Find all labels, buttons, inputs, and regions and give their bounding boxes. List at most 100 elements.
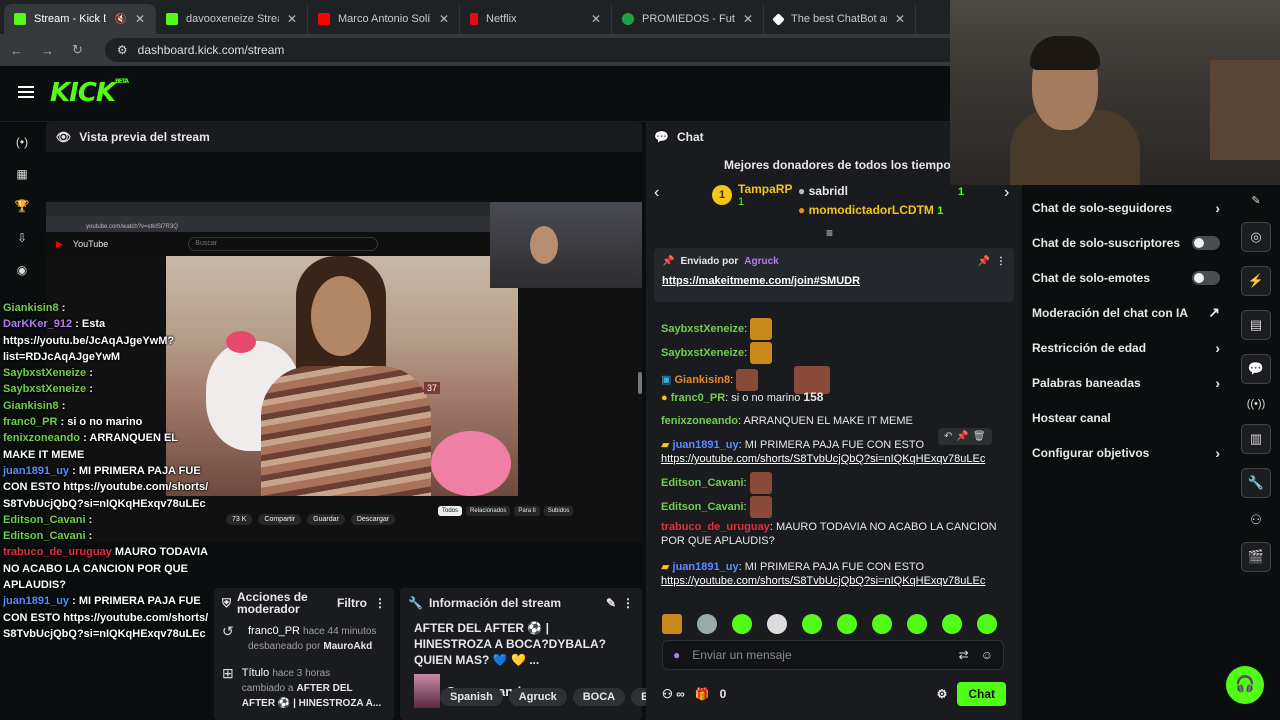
toggle-switch[interactable] <box>1192 270 1220 285</box>
gift-icon[interactable]: 🎁 <box>695 687 710 701</box>
setting-subscribers-only[interactable]: Chat de solo-suscriptores <box>1022 225 1232 260</box>
pin-message-icon[interactable]: 📌 <box>956 431 968 442</box>
emote-button[interactable] <box>837 614 857 634</box>
analytics-icon[interactable]: ▦ <box>14 166 30 182</box>
reload-icon[interactable]: ↻ <box>72 42 83 58</box>
more-options-icon[interactable]: ⋮ <box>996 256 1006 267</box>
stream-preview-header: 👁 Vista previa del stream <box>46 122 642 152</box>
emote-button[interactable] <box>697 614 717 634</box>
trophy-icon[interactable]: 🏆 <box>14 198 30 214</box>
chat-input[interactable]: ● Enviar un mensaje ⇄ ☺ <box>662 640 1004 670</box>
close-tab-icon[interactable]: ✕ <box>287 12 297 26</box>
browser-tab-davooxeneize[interactable]: davooxeneize Stream✕ <box>156 4 308 34</box>
pinned-link[interactable]: https://makeitmeme.com/join#SMUDR <box>662 275 1006 287</box>
preview-scrollbar[interactable] <box>638 372 642 394</box>
chat-message: ▰ juan1891_uy: MI PRIMERA PAJA FUE CON E… <box>661 561 986 587</box>
reply-icon[interactable]: ↶ <box>944 431 952 442</box>
send-chat-button[interactable]: Chat <box>957 682 1006 706</box>
delete-icon[interactable]: 🗑 <box>973 431 986 442</box>
more-options-icon[interactable]: ⋮ <box>374 596 386 610</box>
translate-icon[interactable]: ⇄ <box>959 648 969 662</box>
back-icon[interactable]: ← <box>10 43 23 58</box>
pen-icon[interactable]: ✎ <box>1251 194 1260 208</box>
clapper-icon[interactable]: 🎬 <box>1241 542 1271 572</box>
layout-icon[interactable]: ▥ <box>1241 424 1271 454</box>
browser-tab-promiedos[interactable]: PROMIEDOS - Futbol✕ <box>612 4 764 34</box>
collapse-icon[interactable]: ≡ <box>826 226 833 240</box>
support-headset-icon[interactable]: 🎧 <box>1226 666 1264 704</box>
stream-title: AFTER DEL AFTER ⚽ | HINESTROZA A BOCA?DY… <box>414 621 606 667</box>
filter-button[interactable]: Filtro <box>337 596 367 610</box>
more-options-icon[interactable]: ⋮ <box>622 596 634 610</box>
emote-button[interactable] <box>802 614 822 634</box>
toggle-switch[interactable] <box>1192 235 1220 250</box>
browser-tab-netflix[interactable]: Netflix ✕ <box>460 4 612 34</box>
close-tab-icon[interactable]: ✕ <box>743 12 753 26</box>
chat-message: trabuco_de_uruguay: MAURO TODAVIA NO ACA… <box>661 521 997 547</box>
chevron-right-icon: › <box>1215 374 1220 391</box>
chat-icon[interactable]: 💬 <box>1241 354 1271 384</box>
chat-message: ● franc0_PR: si o no marino 158 <box>661 390 824 404</box>
overlay-msg: trabuco_de_uruguay MAURO TODAVIA NO ACAB… <box>3 546 208 592</box>
emote-button[interactable] <box>942 614 962 634</box>
edit-icon[interactable]: ✎ <box>606 596 616 610</box>
chatbot-favicon-icon <box>772 12 785 26</box>
community-icon[interactable]: ⚇ ∞ <box>662 687 685 701</box>
browser-tab-kick-dashboard[interactable]: Stream - Kick Dash🔇✕ <box>4 4 156 34</box>
share-icon[interactable]: ⚇ <box>1250 512 1262 528</box>
hamburger-menu-icon[interactable] <box>18 86 34 98</box>
next-arrow-icon[interactable]: › <box>1004 184 1009 202</box>
chat-message: SaybxstXeneize: <box>661 342 1006 364</box>
broadcast-icon[interactable]: ((•)) <box>1247 398 1266 410</box>
emote-button[interactable] <box>872 614 892 634</box>
youtube-favicon-icon <box>318 13 330 25</box>
emote-button[interactable] <box>907 614 927 634</box>
close-tab-icon[interactable]: ✕ <box>895 12 905 26</box>
tool-icon[interactable]: 🔧 <box>1241 468 1271 498</box>
emoji-icon[interactable]: ☺ <box>981 648 993 662</box>
youtube-action-row: 73 K Compartir Guardar Descargar <box>226 514 396 525</box>
setting-age-restriction[interactable]: Restricción de edad › <box>1022 330 1232 365</box>
community-icon[interactable]: ◉ <box>14 262 30 278</box>
close-tab-icon[interactable]: ✕ <box>591 12 601 26</box>
stream-icon[interactable]: (•) <box>14 134 30 150</box>
setting-emotes-only[interactable]: Chat de solo-emotes <box>1022 260 1232 295</box>
chat-message: Editson_Cavani: <box>661 472 1006 494</box>
setting-banned-words[interactable]: Palabras baneadas › <box>1022 365 1232 400</box>
upload-icon[interactable]: ⇩ <box>14 230 30 246</box>
notes-icon[interactable]: ▤ <box>1241 310 1271 340</box>
browser-tab-chatbot[interactable]: The best ChatBot and✕ <box>764 4 916 34</box>
tag: BOCA <box>572 688 626 706</box>
url-field[interactable]: ⚙ dashboard.kick.com/stream <box>104 38 985 62</box>
unban-icon: ↺ <box>222 623 234 639</box>
site-info-icon[interactable]: ⚙ <box>117 43 128 57</box>
overlay-msg: fenixzoneando : ARRANQUEN EL MAKE IT MEM… <box>3 432 178 461</box>
unpin-icon[interactable]: 📌 <box>978 256 990 267</box>
forward-icon[interactable]: → <box>41 43 54 58</box>
mod-actions-panel: ⛨ Acciones de moderador Filtro ⋮ ↺ franc… <box>214 588 394 720</box>
mod-action-item: ⊞ Título hace 3 horas cambiado a AFTER DE… <box>222 665 382 709</box>
close-tab-icon[interactable]: ✕ <box>135 12 145 26</box>
camera-icon[interactable]: ◎ <box>1241 222 1271 252</box>
setting-ai-moderation[interactable]: Moderación del chat con IA ↗ <box>1022 295 1232 330</box>
browser-tab-youtube[interactable]: Marco Antonio Solís -✕ <box>308 4 460 34</box>
mod-action-item: ↺ franc0_PR hace 44 minutos desbaneado po… <box>222 623 377 652</box>
download-button: Descargar <box>350 514 396 525</box>
bolt-icon[interactable]: ⚡ <box>1241 266 1271 296</box>
emote-button[interactable] <box>732 614 752 634</box>
emote-button[interactable] <box>977 614 997 634</box>
chat-overlay: Giankisin8 : DarKKer_912 : Esta https://… <box>0 300 215 720</box>
youtube-chip-row: Todos Relacionados Para ti Subidos <box>438 506 574 516</box>
setting-configure-goals[interactable]: Configurar objetivos › <box>1022 435 1232 470</box>
settings-icon[interactable]: ⚙ <box>937 687 948 701</box>
setting-followers-only[interactable]: Chat de solo-seguidores › <box>1022 190 1232 225</box>
emote-button[interactable] <box>662 614 682 634</box>
shelf-shape <box>1210 60 1280 160</box>
setting-host-channel[interactable]: Hostear canal <box>1022 400 1232 435</box>
close-tab-icon[interactable]: ✕ <box>439 12 449 26</box>
prev-arrow-icon[interactable]: ‹ <box>654 184 659 202</box>
kick-logo[interactable]: KICKBETA <box>50 78 129 108</box>
emote-button[interactable] <box>767 614 787 634</box>
promiedos-favicon-icon <box>622 13 634 25</box>
mute-icon[interactable]: 🔇 <box>114 14 126 25</box>
